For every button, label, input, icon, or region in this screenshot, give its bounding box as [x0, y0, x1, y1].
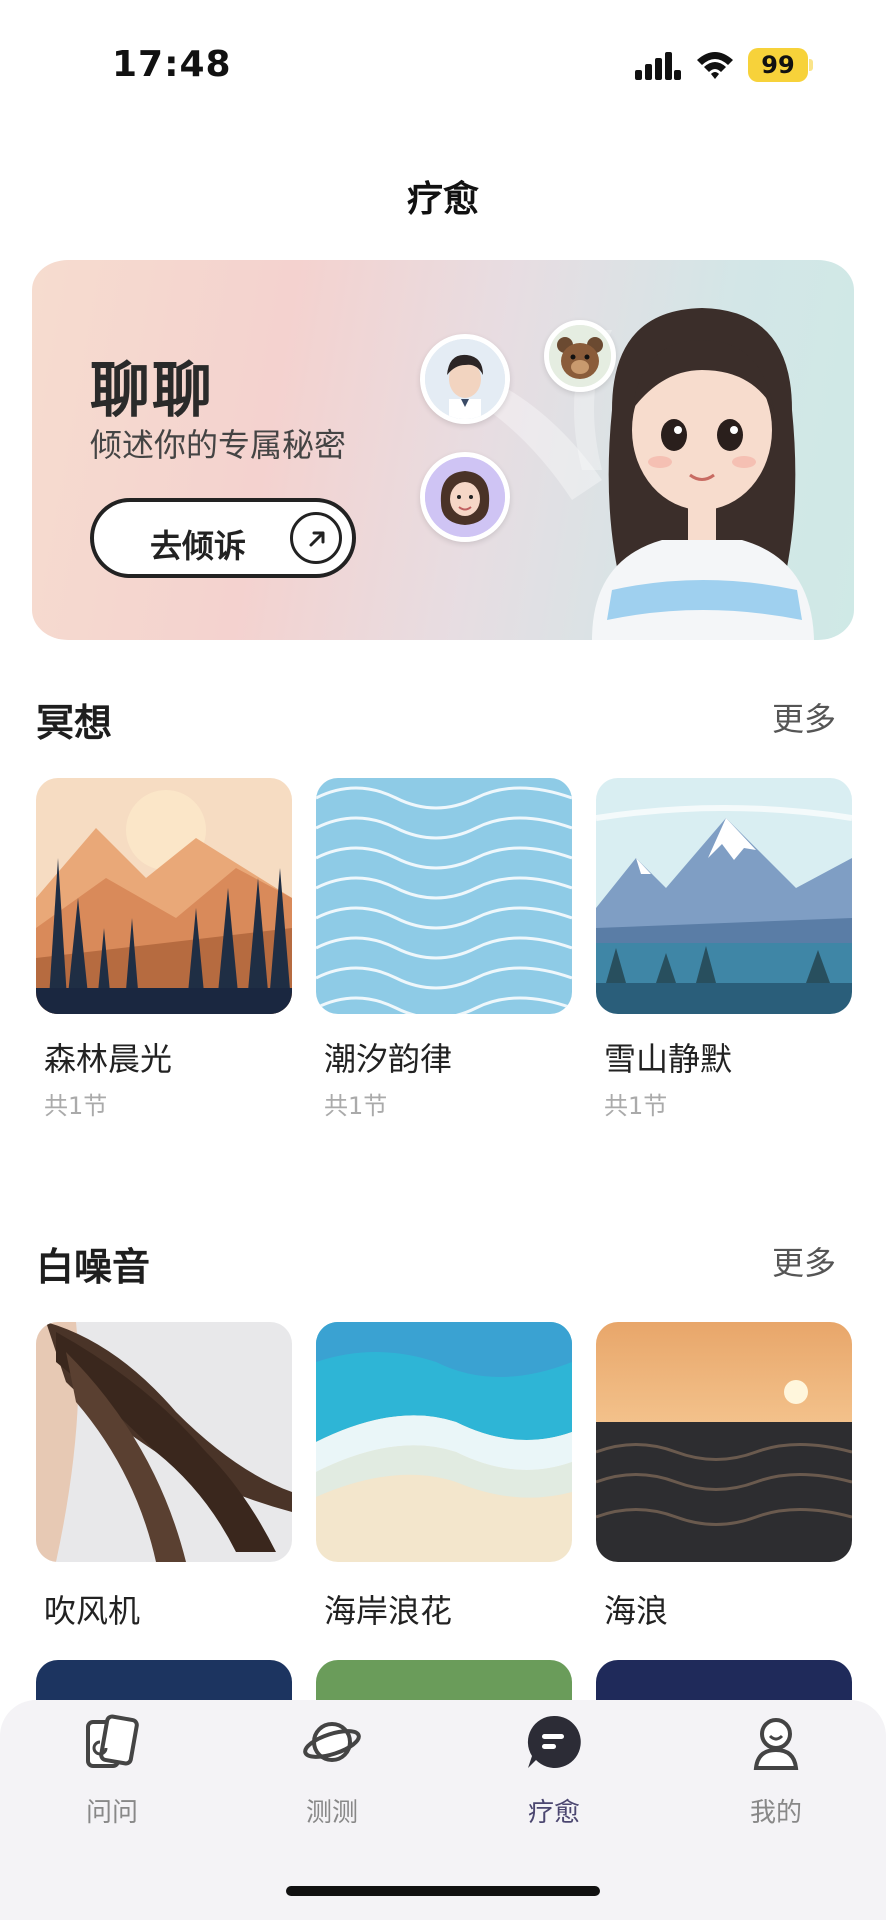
banner-subtitle: 倾述你的专属秘密	[90, 426, 347, 464]
tide-thumbnail	[316, 778, 572, 1014]
nav-label: 我的	[749, 1798, 802, 1828]
card-title: 森林晨光	[44, 1040, 173, 1078]
card-title: 海浪	[604, 1592, 669, 1630]
card-lesson-count: 共1节	[604, 1092, 668, 1120]
planet-icon	[303, 1722, 361, 1762]
white-noise-more-link[interactable]: 更多	[772, 1238, 836, 1284]
nav-item-ask[interactable]: 问问	[42, 1712, 182, 1832]
card-lesson-count: 共1节	[324, 1092, 388, 1120]
coastal-waves-thumbnail	[316, 1322, 572, 1562]
nav-item-test[interactable]: 测测	[262, 1712, 402, 1832]
avatar-boy[interactable]	[420, 334, 510, 424]
card-title: 潮汐韵律	[324, 1040, 453, 1078]
cards-icon	[86, 1714, 139, 1768]
chat-banner[interactable]: 聊聊 倾述你的专属秘密 去倾诉	[32, 260, 854, 640]
status-bar: 17:48 99	[0, 0, 886, 130]
meditation-section-title: 冥想	[36, 701, 113, 745]
arrow-up-right-icon	[290, 512, 342, 564]
wifi-icon	[697, 52, 733, 79]
card-lesson-count: 共1节	[44, 1092, 108, 1120]
profile-icon	[753, 1718, 799, 1770]
status-time: 17:48	[112, 44, 232, 85]
nav-label: 测测	[305, 1798, 358, 1828]
nav-label: 问问	[85, 1798, 138, 1828]
battery-tip	[809, 59, 813, 71]
battery-level: 99	[748, 48, 808, 82]
chat-bubble-icon	[527, 1715, 581, 1768]
peek-card	[316, 1660, 572, 1700]
banner-heading: 聊聊	[90, 356, 214, 426]
meditation-more-link[interactable]: 更多	[772, 694, 836, 740]
hair-dryer-thumbnail	[36, 1322, 292, 1562]
avatar-girl[interactable]	[420, 452, 510, 542]
card-title: 吹风机	[44, 1592, 141, 1630]
peek-card	[36, 1660, 292, 1700]
home-indicator[interactable]	[286, 1886, 600, 1896]
nav-item-healing[interactable]: 疗愈	[484, 1712, 624, 1832]
snow-mountain-thumbnail	[596, 778, 852, 1014]
white-noise-section-title: 白噪音	[36, 1245, 151, 1289]
next-row-peek	[0, 1660, 886, 1700]
nav-item-me[interactable]: 我的	[706, 1712, 846, 1832]
signal-icon	[635, 52, 681, 80]
card-title: 雪山静默	[604, 1040, 733, 1078]
page-title: 疗愈	[406, 179, 479, 220]
ocean-waves-thumbnail	[596, 1322, 852, 1562]
card-title: 海岸浪花	[324, 1592, 453, 1630]
confide-button[interactable]: 去倾诉	[90, 498, 356, 578]
peek-card	[596, 1660, 852, 1700]
nav-label: 疗愈	[527, 1798, 580, 1828]
confide-button-label: 去倾诉	[150, 527, 247, 565]
girl-illustration	[592, 308, 814, 640]
forest-thumbnail	[36, 778, 292, 1014]
